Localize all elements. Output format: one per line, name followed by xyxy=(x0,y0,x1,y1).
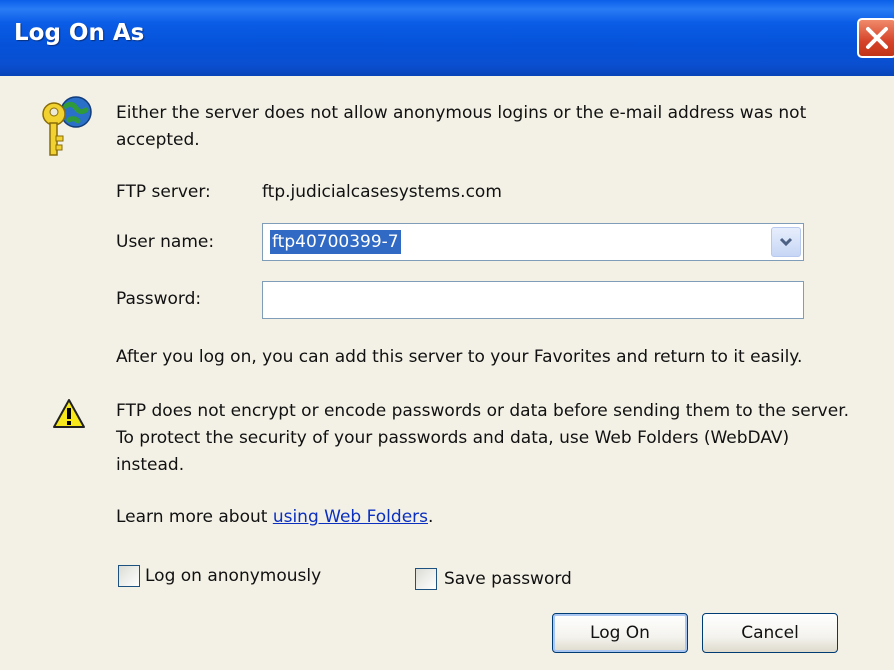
close-icon xyxy=(866,27,888,49)
warning-icon xyxy=(53,399,85,428)
user-name-label: User name: xyxy=(116,232,215,252)
chevron-down-icon xyxy=(779,237,793,247)
password-input[interactable] xyxy=(262,281,804,319)
dialog-body: Either the server does not allow anonymo… xyxy=(0,76,894,670)
log-on-anonymously-label[interactable]: Log on anonymously xyxy=(145,566,321,586)
logon-dialog: Log On As Either the server does not all… xyxy=(0,0,894,670)
ftp-server-value: ftp.judicialcasesystems.com xyxy=(262,182,502,202)
ftp-server-label: FTP server: xyxy=(116,182,211,202)
learn-more: Learn more about using Web Folders. xyxy=(116,504,433,531)
save-password-label[interactable]: Save password xyxy=(444,569,572,589)
user-name-combobox[interactable]: ftp40700399-7 xyxy=(262,223,804,261)
title-bar[interactable]: Log On As xyxy=(0,0,894,76)
favorites-note: After you log on, you can add this serve… xyxy=(116,347,803,367)
keys-globe-icon xyxy=(42,96,92,156)
learn-more-prefix: Learn more about xyxy=(116,507,273,527)
save-password-checkbox[interactable] xyxy=(415,568,437,590)
close-button[interactable] xyxy=(857,18,894,58)
error-message: Either the server does not allow anonymo… xyxy=(116,103,807,150)
user-name-dropdown-button[interactable] xyxy=(771,227,801,257)
window-title: Log On As xyxy=(14,20,145,46)
user-name-value[interactable]: ftp40700399-7 xyxy=(270,230,401,254)
security-warning: FTP does not encrypt or encode passwords… xyxy=(116,401,850,475)
cancel-button[interactable]: Cancel xyxy=(702,613,838,653)
log-on-button[interactable]: Log On xyxy=(552,613,688,653)
learn-more-suffix: . xyxy=(428,507,434,527)
password-label: Password: xyxy=(116,289,202,309)
web-folders-link[interactable]: using Web Folders xyxy=(273,507,428,527)
log-on-anonymously-checkbox[interactable] xyxy=(118,565,140,587)
